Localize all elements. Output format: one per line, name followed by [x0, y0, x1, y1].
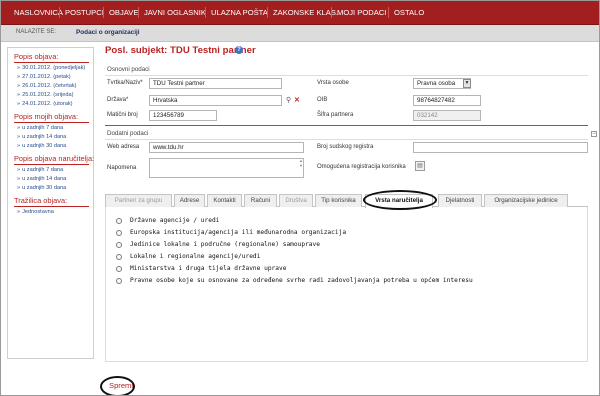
nav-postupci[interactable]: POSTUPCI [65, 8, 104, 17]
nav-separator [267, 7, 268, 18]
user-registration-label: Omogućena registracija korisnika [317, 164, 406, 170]
nav-moji-podaci[interactable]: MOJI PODACI [337, 8, 386, 17]
clear-x-icon[interactable]: ✕ [294, 96, 300, 104]
web-address-label: Web adresa [107, 144, 140, 150]
sidebar-item-period[interactable]: u zadnjih 30 dana [17, 143, 66, 149]
nav-zakonske-klas[interactable]: ZAKONSKE KLAS. [273, 8, 338, 17]
page-title: Posl. subjekt: TDU Testni partner [105, 45, 256, 56]
chevron-down-icon[interactable]: ▼ [463, 79, 471, 88]
sidebar-section-title: Popis objava naručitelja: [14, 154, 95, 163]
registry-number-label: Matični broj [107, 112, 138, 118]
court-registry-label: Broj sudskog registra [317, 144, 374, 150]
nav-ulazna-posta[interactable]: ULAZNA POŠTA [211, 8, 268, 17]
tab-tip-korisnika[interactable]: Tip korisnika [315, 194, 362, 207]
web-address-input[interactable]: www.tdu.hr [149, 142, 304, 153]
tab-racuni[interactable]: Računi [244, 194, 277, 207]
tab-kontakti[interactable]: Kontakti [207, 194, 242, 207]
oib-label: OIB [317, 97, 328, 103]
sidebar-item-search[interactable]: Jednostavna [17, 209, 54, 215]
radio-button[interactable] [116, 266, 122, 272]
sidebar-item-date[interactable]: 24.01.2012. (utorak) [17, 101, 72, 107]
court-registry-input[interactable] [413, 142, 588, 153]
country-label: Država* [107, 97, 129, 103]
radio-button[interactable] [116, 278, 122, 284]
tab-bar: Partneri za grupu Adrese Kontakti Računi… [105, 193, 588, 208]
country-input[interactable]: Hrvatska [149, 95, 282, 106]
sidebar-item-period[interactable]: u zadnjih 14 dana [17, 176, 66, 182]
nav-separator [138, 7, 139, 18]
nav-naslovnica[interactable]: NASLOVNICA [14, 8, 63, 17]
nav-ostalo[interactable]: OSTALO [394, 8, 424, 17]
tab-organizacijske-jedinice[interactable]: Organizacijske jedinice [484, 194, 568, 207]
radio-option-label: Državne agencije / uredi [130, 217, 220, 224]
breadcrumb: NALAZITE SE: Podaci o organizaciji [1, 25, 599, 42]
sidebar-item-date[interactable]: 25.01.2012. (srijeda) [17, 92, 73, 98]
radio-button[interactable] [116, 254, 122, 260]
sidebar-section-title: Tražilica objava: [14, 196, 68, 205]
application-window: NASLOVNICA POSTUPCI OBJAVE JAVNI OGLASNI… [0, 0, 600, 396]
company-name-label: Tvrtka/Naziv* [107, 80, 143, 86]
sidebar-item-period[interactable]: u zadnjih 7 dana [17, 125, 63, 131]
section-divider [105, 125, 588, 126]
radio-button[interactable] [116, 242, 122, 248]
breadcrumb-current[interactable]: Podaci o organizaciji [76, 29, 140, 36]
tab-partneri-za-grupu[interactable]: Partneri za grupu [105, 194, 172, 207]
user-registration-checkbox[interactable]: ▤ [415, 161, 425, 171]
radio-option-label: Lokalne i regionalne agencije/uredi [130, 253, 261, 260]
main-content: Posl. subjekt: TDU Testni partner ? Osno… [100, 42, 599, 395]
sidebar-item-date[interactable]: 30.01.2012. (ponedjeljak) [17, 65, 85, 71]
partner-code-input: 032142 [413, 110, 481, 121]
sidebar-section-title: Popis objava: [14, 52, 59, 61]
save-button[interactable]: Spremi [109, 381, 133, 390]
sidebar-divider [14, 206, 89, 207]
radio-option-label: Ministarstva i druga tijela državne upra… [130, 265, 287, 272]
sidebar-divider [14, 122, 89, 123]
person-type-value: Pravna osoba [417, 80, 456, 87]
magnifier-icon[interactable]: ⚲ [286, 96, 291, 104]
sidebar-divider [14, 164, 89, 165]
tab-panel: Državne agencije / uredi Europska instit… [105, 207, 588, 362]
radio-button[interactable] [116, 218, 122, 224]
breadcrumb-label: NALAZITE SE: [16, 29, 57, 35]
nav-separator [59, 7, 60, 18]
company-name-input[interactable]: TDU Testni partner [149, 78, 282, 89]
person-type-label: Vrsta osobe [317, 80, 349, 86]
nav-objave[interactable]: OBJAVE [109, 8, 138, 17]
radio-button[interactable] [116, 230, 122, 236]
section-title-extra: Dodatni podaci [107, 130, 149, 137]
sidebar-divider [14, 62, 89, 63]
nav-separator [103, 7, 104, 18]
partner-code-label: Šifra partnera [317, 112, 354, 118]
oib-input[interactable]: 98764827482 [413, 95, 481, 106]
sidebar-item-period[interactable]: u zadnjih 14 dana [17, 134, 66, 140]
tab-drustva[interactable]: Društva [279, 194, 313, 207]
question-circle-icon[interactable]: ? [235, 46, 243, 54]
sidebar-item-date[interactable]: 26.01.2012. (četvrtak) [17, 83, 76, 89]
scroll-arrows-icon[interactable]: ▲ ▼ [299, 158, 303, 168]
sidebar-item-period[interactable]: u zadnjih 7 dana [17, 167, 63, 173]
top-navigation-bar: NASLOVNICA POSTUPCI OBJAVE JAVNI OGLASNI… [1, 1, 599, 25]
note-label: Napomena [107, 165, 137, 171]
radio-option-label: Pravne osobe koje su osnovane za određen… [130, 277, 473, 284]
radio-option-label: Jedinice lokalne i područne (regionalne)… [130, 241, 320, 248]
tab-adrese[interactable]: Adrese [174, 194, 205, 207]
nav-separator [205, 7, 206, 18]
sidebar-item-period[interactable]: u zadnjih 30 dana [17, 185, 66, 191]
nav-javni-oglasnik[interactable]: JAVNI OGLASNIK [144, 8, 206, 17]
collapse-minus-icon[interactable]: − [591, 131, 597, 137]
section-divider [105, 75, 588, 76]
sidebar: Popis objava: 30.01.2012. (ponedjeljak) … [7, 47, 94, 359]
radio-option-label: Europska institucija/agencija ili međuna… [130, 229, 347, 236]
sidebar-section-title: Popis mojih objava: [14, 112, 79, 121]
sidebar-item-date[interactable]: 27.01.2012. (petak) [17, 74, 71, 80]
registry-number-input[interactable]: 123456789 [149, 110, 217, 121]
note-textarea[interactable] [149, 158, 304, 178]
tab-djelatnosti[interactable]: Djelatnosti [438, 194, 482, 207]
section-title-basic: Osnovni podaci [107, 66, 150, 73]
nav-separator [388, 7, 389, 18]
section-divider [105, 139, 588, 140]
nav-separator [331, 7, 332, 18]
